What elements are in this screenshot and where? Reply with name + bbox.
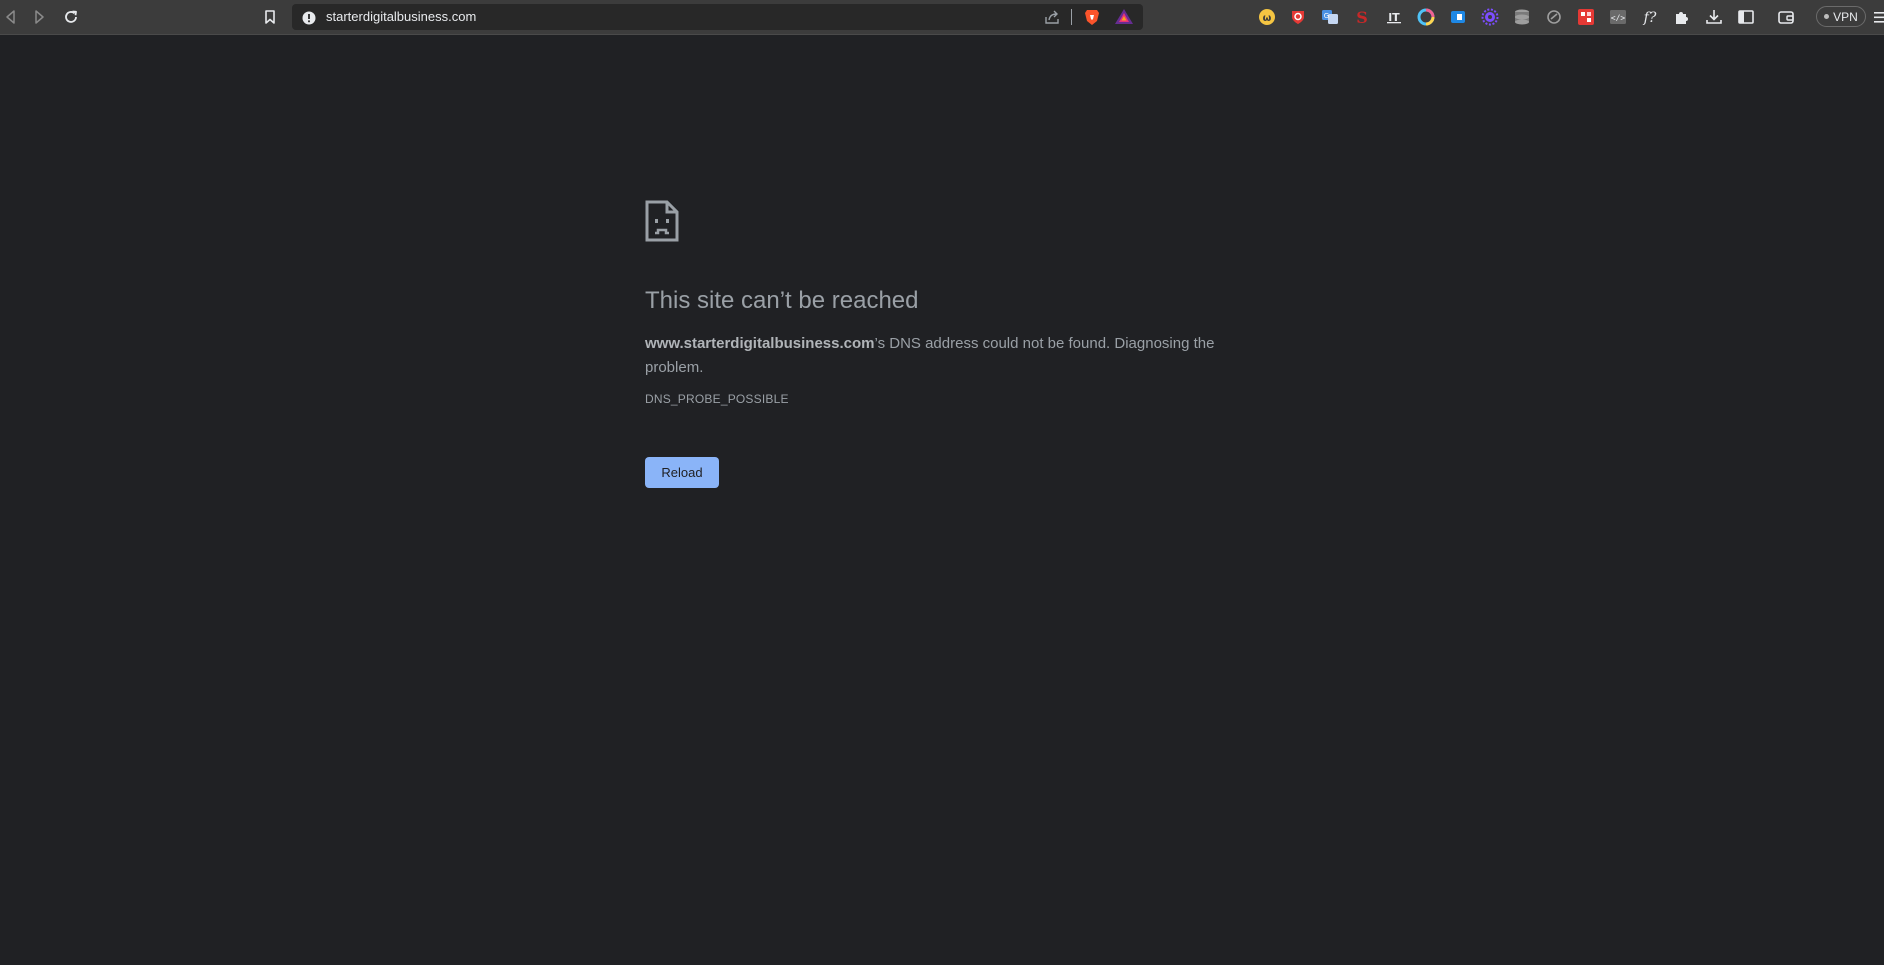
- browser-toolbar: starterdigitalbusiness.com ω G S lT </> …: [0, 0, 1884, 35]
- purple-gear-extension-icon[interactable]: [1480, 7, 1500, 27]
- code-extension-icon[interactable]: </>: [1608, 7, 1628, 27]
- function-extension-icon[interactable]: f?: [1640, 7, 1660, 27]
- database-extension-icon[interactable]: [1512, 7, 1532, 27]
- download-icon[interactable]: [1704, 7, 1724, 27]
- reload-button[interactable]: Reload: [645, 457, 719, 488]
- red-shield-extension-icon[interactable]: [1288, 7, 1308, 27]
- menu-icon[interactable]: [1872, 7, 1884, 27]
- blue-box-extension-icon[interactable]: [1448, 7, 1468, 27]
- svg-text:</>: </>: [1611, 14, 1626, 23]
- svg-text:ω: ω: [1263, 13, 1272, 24]
- brave-rewards-icon[interactable]: [1114, 7, 1134, 27]
- error-content: This site can’t be reached www.starterdi…: [645, 200, 1225, 488]
- vpn-button[interactable]: VPN: [1816, 6, 1866, 27]
- svg-text:f?: f?: [1643, 10, 1657, 26]
- error-description: www.starterdigitalbusiness.com’s DNS add…: [645, 332, 1225, 380]
- site-info-icon[interactable]: [302, 10, 316, 25]
- yellow-w-extension-icon[interactable]: ω: [1257, 7, 1277, 27]
- red-s-extension-icon[interactable]: S: [1352, 7, 1372, 27]
- svg-text:S: S: [1356, 8, 1368, 26]
- translate-extension-icon[interactable]: G: [1320, 7, 1340, 27]
- sidebar-icon[interactable]: [1736, 7, 1756, 27]
- address-bar[interactable]: starterdigitalbusiness.com: [292, 4, 1143, 30]
- sad-page-icon: [645, 200, 679, 242]
- vpn-status-dot: [1824, 14, 1830, 19]
- vpn-label: VPN: [1833, 9, 1858, 24]
- share-icon[interactable]: [1044, 9, 1060, 25]
- color-wheel-extension-icon[interactable]: [1416, 7, 1436, 27]
- forward-arrow-icon[interactable]: [28, 6, 50, 28]
- puzzle-extensions-icon[interactable]: [1672, 7, 1692, 27]
- omnibox-divider: [1071, 9, 1072, 25]
- reload-icon[interactable]: [60, 6, 82, 28]
- url-text: starterdigitalbusiness.com: [326, 9, 477, 24]
- text-extension-icon[interactable]: lT: [1384, 7, 1404, 27]
- circle-extension-icon[interactable]: [1544, 7, 1564, 27]
- brave-shields-icon[interactable]: [1082, 7, 1102, 27]
- error-host: www.starterdigitalbusiness.com: [645, 335, 875, 352]
- back-arrow-icon[interactable]: [0, 6, 22, 28]
- svg-text:G: G: [1324, 12, 1329, 20]
- error-code: DNS_PROBE_POSSIBLE: [645, 392, 789, 406]
- red-grid-extension-icon[interactable]: [1576, 7, 1596, 27]
- wallet-icon[interactable]: [1776, 7, 1796, 27]
- error-title: This site can’t be reached: [645, 287, 919, 314]
- bookmark-icon[interactable]: [259, 6, 281, 28]
